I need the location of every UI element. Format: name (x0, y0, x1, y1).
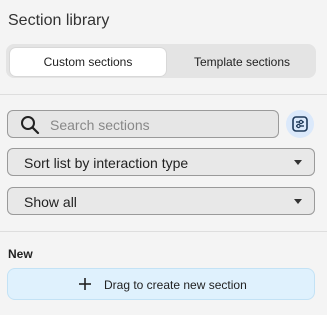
filter-settings-button[interactable] (286, 110, 314, 138)
search-input[interactable] (48, 114, 272, 136)
search-field[interactable] (7, 110, 279, 138)
chevron-down-icon (294, 199, 302, 204)
divider-top (0, 94, 327, 95)
chevron-down-icon (294, 160, 302, 165)
tab-template-sections[interactable]: Template sections (168, 48, 316, 76)
section-library-title: Section library (8, 12, 110, 29)
drag-create-label: Drag to create new section (104, 278, 247, 292)
filter-settings-icon (292, 116, 308, 132)
sort-select[interactable]: Sort list by interaction type (7, 148, 315, 176)
new-section-heading: New (8, 247, 33, 261)
sort-select-label: Sort list by interaction type (24, 155, 189, 171)
section-tabs: Custom sections Template sections (6, 44, 316, 78)
show-select[interactable]: Show all (7, 187, 315, 215)
divider-bottom (0, 231, 327, 232)
tab-custom-sections[interactable]: Custom sections (10, 48, 166, 76)
plus-icon (78, 277, 92, 291)
drag-create-section[interactable]: Drag to create new section (7, 268, 315, 300)
search-icon (20, 115, 40, 135)
show-select-label: Show all (24, 194, 77, 210)
